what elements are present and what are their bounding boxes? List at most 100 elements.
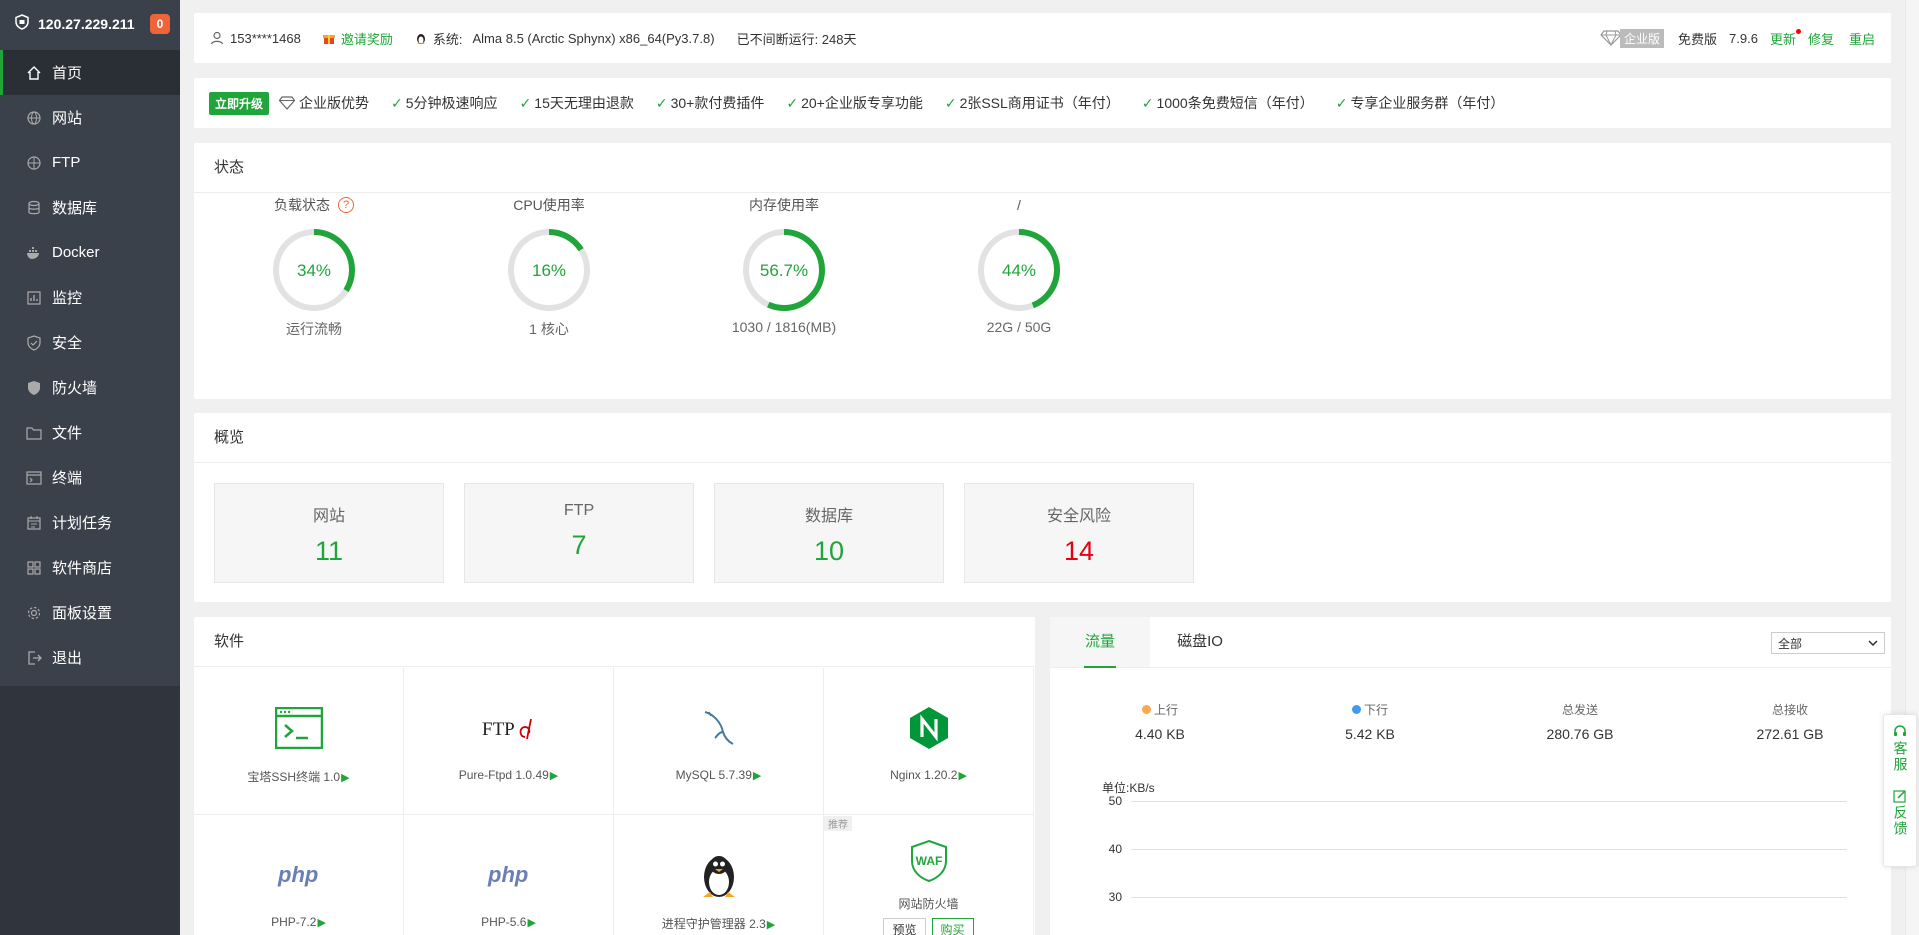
restart-link[interactable]: 重启 [1849, 29, 1875, 48]
sidebar-item-10[interactable]: 计划任务 [0, 500, 180, 545]
overview-label: 安全风险 [1046, 508, 1111, 525]
enterprise-badge[interactable]: 企业版 [1600, 28, 1665, 48]
overview-box-1[interactable]: FTP 7 [464, 483, 694, 583]
system-label: 系统: [432, 31, 463, 47]
preview-button[interactable]: 预览 [883, 918, 926, 935]
sidebar-item-label: 计划任务 [52, 515, 113, 532]
sidebar-item-label: 软件商店 [52, 560, 113, 577]
floating-support-panel: 客服 反馈 [1883, 714, 1917, 867]
play-icon[interactable]: ▶ [341, 772, 349, 784]
gauge-sub: 运行流畅 [286, 321, 342, 337]
overview-box-3[interactable]: 安全风险 14 [964, 483, 1194, 583]
gauge-value: 56.7% [760, 261, 808, 280]
check-icon: ✓ [786, 94, 799, 111]
tab-traffic[interactable]: 流量 [1050, 617, 1150, 668]
play-icon[interactable]: ▶ [317, 917, 325, 929]
customer-service-button[interactable]: 客服 [1893, 725, 1909, 773]
feature-item: ✓ 30+款付费插件 [656, 93, 764, 113]
overview-box-0[interactable]: 网站 11 [214, 483, 444, 583]
traffic-stat-1: 下行 5.42 KB [1300, 701, 1440, 742]
linux-icon [416, 33, 425, 44]
software-title: 软件 [194, 617, 1035, 667]
sidebar-item-2[interactable]: FTP [0, 140, 180, 185]
gauge-label: 负载状态 [274, 197, 330, 213]
gauge-0[interactable]: 负载状态? 34% 运行流畅 [244, 193, 384, 339]
software-item-3[interactable]: Nginx 1.20.2▶ [824, 668, 1034, 815]
software-item-6[interactable]: 进程守护管理器 2.3▶ [614, 815, 824, 935]
overview-label: 网站 [312, 508, 345, 525]
software-item-1[interactable]: FTP Pure-Ftpd 1.0.49▶ [404, 668, 614, 815]
edition-label: 免费版 [1678, 31, 1718, 47]
gauge-1[interactable]: CPU使用率 16% 1 核心 [479, 193, 619, 339]
software-name: 网站防火墙 [898, 897, 959, 911]
sidebar-item-11[interactable]: 软件商店 [0, 545, 180, 590]
upgrade-button[interactable]: 立即升级 [209, 91, 270, 115]
user-account[interactable]: 153****1468 [230, 31, 301, 46]
sidebar-item-4[interactable]: Docker [0, 230, 180, 275]
waf-shield-icon: WAF [824, 837, 1033, 885]
notification-badge[interactable]: 0 [150, 13, 170, 34]
uptime-text: 已不间断运行: 248天 [736, 31, 857, 47]
calendar-icon [27, 515, 41, 530]
play-icon[interactable]: ▶ [527, 917, 535, 929]
sidebar-item-label: 网站 [52, 110, 83, 127]
help-icon[interactable]: ? [338, 197, 354, 213]
stat-label: 总接收 [1771, 703, 1808, 717]
buy-button[interactable]: 购买 [931, 918, 974, 935]
sidebar-item-label: 面板设置 [52, 605, 113, 622]
ftp-logo-text: FTP [482, 719, 515, 740]
stat-label: 下行 [1363, 703, 1388, 717]
sidebar-item-6[interactable]: 安全 [0, 320, 180, 365]
software-item-7[interactable]: 推荐 WAF 网站防火墙 预览 购买 [824, 815, 1034, 935]
feedback-button[interactable]: 反馈 [1893, 789, 1909, 837]
gauge-2[interactable]: 内存使用率 56.7% 1030 / 1816(MB) [714, 193, 854, 335]
sidebar-item-9[interactable]: 终端 [0, 455, 180, 500]
software-item-4[interactable]: php PHP-7.2▶ [194, 815, 404, 935]
play-icon[interactable]: ▶ [550, 770, 558, 782]
sidebar-item-12[interactable]: 面板设置 [0, 590, 180, 635]
overview-box-2[interactable]: 数据库 10 [714, 483, 944, 583]
monitor-icon [27, 290, 41, 305]
sidebar-item-7[interactable]: 防火墙 [0, 365, 180, 410]
software-item-2[interactable]: MySQL 5.7.39▶ [614, 668, 824, 815]
gauge-sub: 1 核心 [529, 321, 569, 337]
y-tick-label: 50 [1108, 794, 1122, 808]
edit-icon [1893, 790, 1906, 803]
php-logo-icon: php [194, 845, 403, 905]
update-link[interactable]: 更新 [1770, 28, 1801, 48]
software-item-5[interactable]: php PHP-5.6▶ [404, 815, 614, 935]
headset-icon [1894, 725, 1906, 736]
software-item-0[interactable]: 宝塔SSH终端 1.0▶ [194, 668, 404, 815]
network-select[interactable]: 全部 [1771, 632, 1885, 654]
sidebar-item-5[interactable]: 监控 [0, 275, 180, 320]
sidebar-item-0[interactable]: 首页 [0, 50, 180, 95]
play-icon[interactable]: ▶ [753, 770, 761, 782]
overview-label: FTP [563, 502, 595, 519]
overview-label: 数据库 [804, 508, 853, 525]
gear-icon [27, 606, 41, 619]
sidebar-item-13[interactable]: 退出 [0, 635, 180, 680]
repair-link[interactable]: 修复 [1808, 29, 1834, 48]
traffic-stat-3: 总接收 272.61 GB [1720, 701, 1860, 742]
sidebar-item-label: 退出 [52, 650, 83, 667]
nginx-logo-icon [824, 698, 1033, 758]
play-icon[interactable]: ▶ [958, 770, 966, 782]
check-icon: ✓ [391, 94, 403, 111]
penguin-icon [614, 845, 823, 905]
invite-link[interactable]: 邀请奖励 [322, 29, 393, 48]
feature-item: ✓ 1000条免费短信（年付） [1142, 93, 1314, 113]
sidebar-item-label: 安全 [52, 335, 83, 352]
grid-line [1131, 801, 1847, 802]
gauge-3[interactable]: / 44% 22G / 50G [949, 193, 1089, 335]
play-icon[interactable]: ▶ [767, 919, 775, 931]
sidebar-item-3[interactable]: 数据库 [0, 185, 180, 230]
tab-disk-io[interactable]: 磁盘IO [1150, 617, 1250, 667]
traffic-stat-2: 总发送 280.76 GB [1510, 701, 1650, 742]
feature-label: 5分钟极速响应 [405, 95, 498, 111]
top-info-bar: 153****1468 邀请奖励 系统: Alma 8.5 (Arctic Sp… [194, 13, 1891, 63]
feature-label: 30+款付费插件 [670, 95, 765, 111]
server-ip[interactable]: 120.27.229.211 [38, 16, 150, 32]
sidebar-item-1[interactable]: 网站 [0, 95, 180, 140]
overview-title: 概览 [194, 413, 1891, 463]
sidebar-item-8[interactable]: 文件 [0, 410, 180, 455]
